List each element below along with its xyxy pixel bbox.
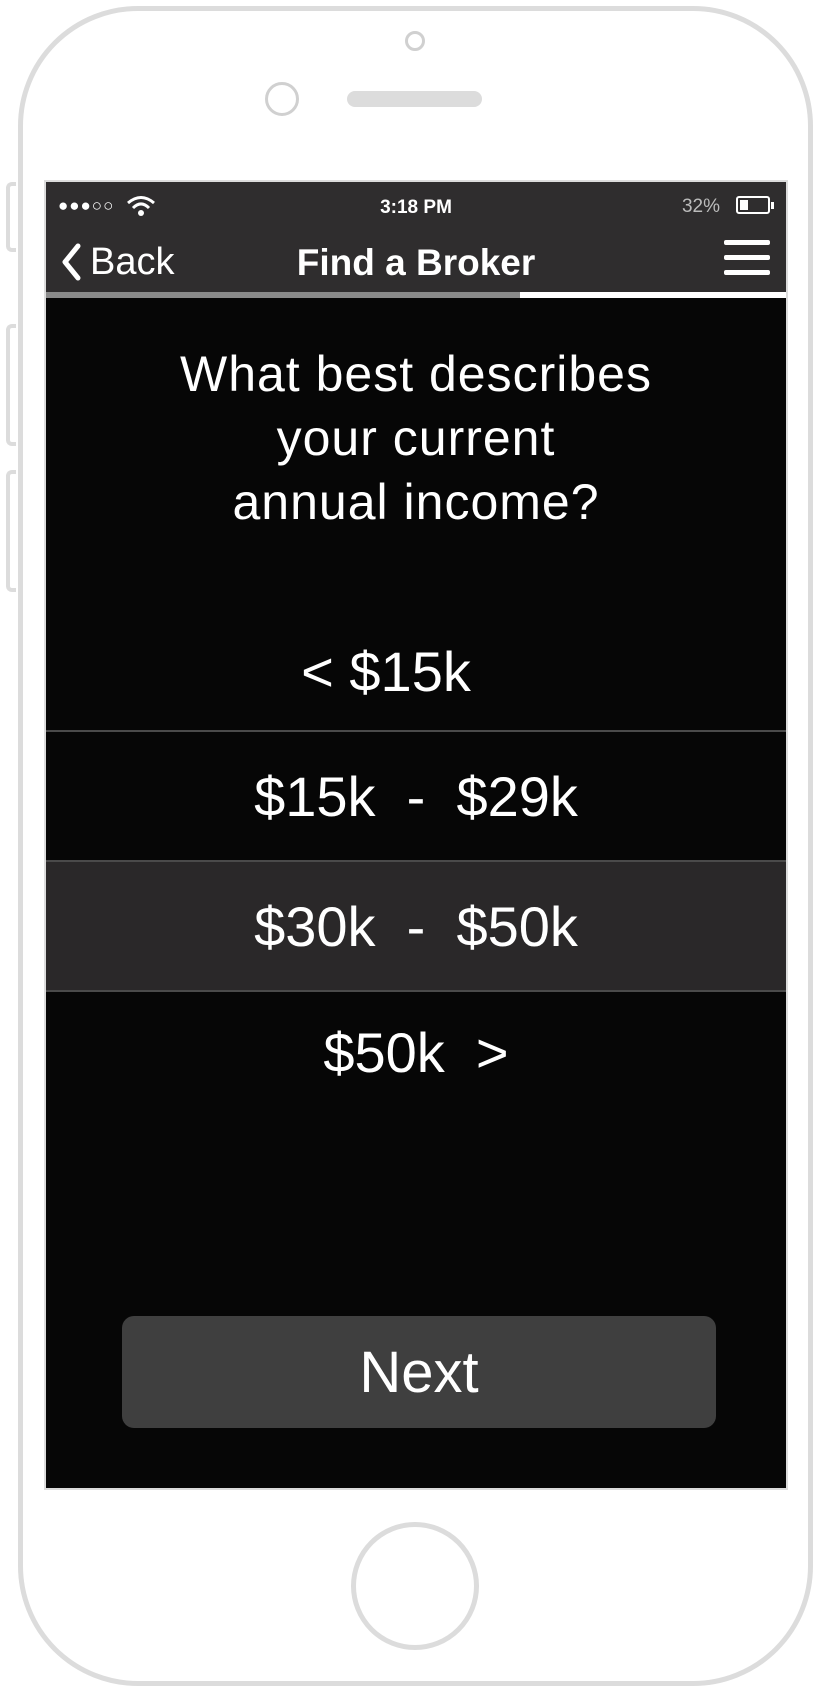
question-line-3: annual income? (232, 474, 600, 530)
sensor-icon (265, 82, 299, 116)
nav-bar: Back Find a Broker (46, 232, 786, 292)
status-time: 3:18 PM (380, 197, 452, 218)
hamburger-menu-icon[interactable] (724, 240, 770, 280)
question-line-2: your current (276, 410, 556, 466)
status-bar: ●●●○○ 3:18 PM 32% (46, 182, 786, 232)
question-line-1: What best describes (180, 346, 652, 402)
battery-percent: 32% (681, 196, 720, 217)
option-over-50k[interactable]: $50k > (46, 992, 786, 1112)
question-text: What best describes your current annual … (46, 342, 786, 534)
progress-bar (46, 292, 786, 298)
option-30k-50k[interactable]: $30k - $50k (46, 862, 786, 992)
progress-fill (519, 292, 786, 298)
home-button[interactable] (351, 1522, 479, 1650)
volume-down-button (6, 470, 16, 592)
volume-up-button (6, 324, 16, 446)
speaker-grille (347, 91, 482, 107)
battery-level (740, 200, 748, 210)
camera-icon (405, 31, 425, 51)
option-15k-29k[interactable]: $15k - $29k (46, 732, 786, 862)
mute-switch (6, 182, 16, 252)
battery-icon (736, 196, 774, 214)
next-button[interactable]: Next (122, 1316, 716, 1428)
option-under-15k[interactable]: < $15k (46, 602, 786, 732)
app-screen: ●●●○○ 3:18 PM 32% Back Find a Broker Wha… (44, 180, 788, 1490)
income-options: < $15k $15k - $29k $30k - $50k $50k > (46, 602, 786, 1112)
page-title: Find a Broker (296, 242, 536, 283)
